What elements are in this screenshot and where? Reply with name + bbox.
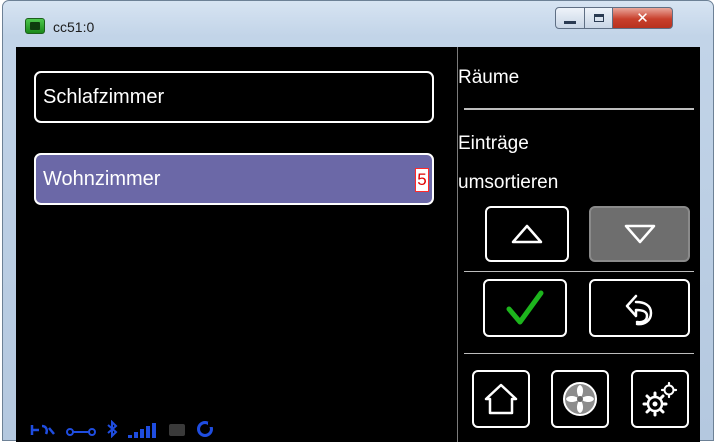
move-up-button[interactable] bbox=[485, 206, 569, 262]
fan-button[interactable] bbox=[551, 370, 609, 428]
home-button[interactable] bbox=[472, 370, 530, 428]
bluetooth-icon bbox=[107, 420, 118, 438]
panel-divider bbox=[457, 47, 458, 442]
app-icon bbox=[25, 18, 45, 34]
count-badge: 5 bbox=[415, 168, 429, 192]
home-icon bbox=[484, 383, 518, 415]
back-arrow-icon bbox=[625, 294, 652, 326]
down-arrow-icon bbox=[624, 224, 655, 244]
maximize-button[interactable] bbox=[585, 7, 613, 29]
signal-strength-icon bbox=[128, 423, 156, 438]
list-item-schlafzimmer[interactable]: Schlafzimmer bbox=[34, 71, 434, 123]
title-bar[interactable]: cc51:0 ✕ bbox=[3, 1, 713, 45]
window-title: cc51:0 bbox=[53, 19, 95, 35]
list-item-label: Wohnzimmer bbox=[43, 167, 161, 190]
panel-separator bbox=[464, 271, 694, 272]
panel-text-line1: Einträge bbox=[458, 133, 529, 154]
move-down-button[interactable] bbox=[589, 206, 690, 262]
confirm-button[interactable] bbox=[483, 279, 567, 337]
list-item-label: Schlafzimmer bbox=[43, 85, 165, 108]
status-bar bbox=[30, 420, 214, 438]
list-item-wohnzimmer[interactable]: Wohnzimmer 5 bbox=[34, 153, 434, 205]
panel-separator bbox=[464, 353, 694, 354]
grey-indicator-icon bbox=[169, 424, 185, 436]
checkmark-icon bbox=[506, 290, 544, 325]
fan-icon bbox=[563, 382, 597, 416]
up-arrow-icon bbox=[511, 224, 543, 244]
back-button[interactable] bbox=[589, 279, 690, 337]
panel-text-line2: umsortieren bbox=[458, 172, 559, 193]
link-icon bbox=[66, 428, 96, 436]
panel-title: Räume bbox=[458, 67, 520, 88]
minimize-button[interactable] bbox=[555, 7, 585, 29]
device-screen: Schlafzimmer Wohnzimmer 5 Räume Einträge… bbox=[16, 47, 700, 442]
close-icon: ✕ bbox=[636, 8, 649, 27]
panel-separator bbox=[464, 108, 694, 110]
signal-arrows-icon bbox=[30, 424, 55, 435]
sync-icon bbox=[197, 421, 213, 437]
application-window: cc51:0 ✕ Schlafzimmer Wohnzimmer 5 Räume… bbox=[2, 0, 714, 442]
gears-icon bbox=[642, 381, 678, 417]
maximize-icon bbox=[593, 14, 604, 22]
minimize-icon bbox=[564, 20, 576, 24]
settings-button[interactable] bbox=[631, 370, 689, 428]
close-button[interactable]: ✕ bbox=[613, 7, 673, 29]
